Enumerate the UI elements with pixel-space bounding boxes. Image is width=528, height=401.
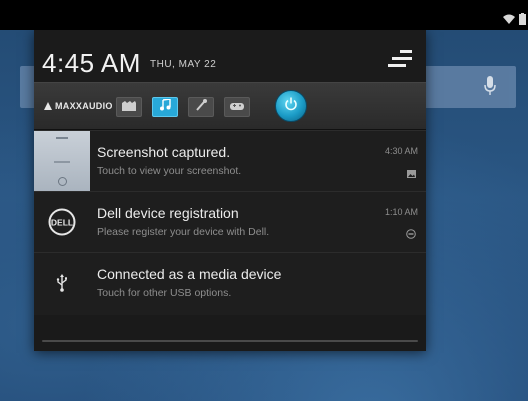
voice-icon [195,98,207,116]
notification-title: Dell device registration [97,205,239,221]
image-icon [407,165,416,183]
notification-subtitle: Please register your device with Dell. [97,226,270,238]
music-preset-button[interactable] [152,97,178,117]
notification-usb-connection[interactable]: Connected as a media device Touch for ot… [34,252,426,315]
notification-time: 4:30 AM [384,146,418,156]
notification-title: Connected as a media device [97,266,282,282]
maxxaudio-label: MAXXAUDIO [44,101,113,111]
svg-text:DELL: DELL [51,218,73,228]
dell-small-icon [406,226,416,244]
clock-time: 4:45 AM [42,48,141,78]
notification-shade: 4:45 AM THU, MAY 22 MAXXAUDIO Screenshot… [34,30,426,351]
usb-icon [34,253,90,313]
screenshot-thumbnail [34,131,90,191]
notification-subtitle: Touch to view your screenshot. [97,165,242,177]
movie-preset-button[interactable] [116,97,142,117]
game-preset-button[interactable] [224,97,250,117]
maxxaudio-bar: MAXXAUDIO [34,82,426,130]
music-icon [159,98,171,116]
notification-time: 1:10 AM [384,207,418,217]
clock-date: THU, MAY 22 [150,59,217,70]
mic-icon[interactable] [484,76,496,101]
notification-title: Screenshot captured. [97,144,231,160]
movie-icon [122,98,136,116]
dell-logo-icon: DELL [34,192,90,252]
game-icon [230,98,244,116]
notification-screenshot[interactable]: Screenshot captured. Touch to view your … [34,130,426,191]
voice-preset-button[interactable] [188,97,214,117]
notification-dell-registration[interactable]: DELL Dell device registration Please reg… [34,191,426,252]
notification-subtitle: Touch for other USB options. [97,287,232,299]
status-bar [0,0,528,30]
shade-drag-handle[interactable] [42,340,418,342]
quick-settings-icon[interactable] [388,50,412,73]
power-icon [284,97,298,116]
shade-header: 4:45 AM THU, MAY 22 [34,30,426,82]
battery-icon [519,13,526,25]
wifi-icon [503,14,515,24]
maxxaudio-power-button[interactable] [275,90,307,122]
maxxaudio-label-text: MAXXAUDIO [55,101,113,111]
